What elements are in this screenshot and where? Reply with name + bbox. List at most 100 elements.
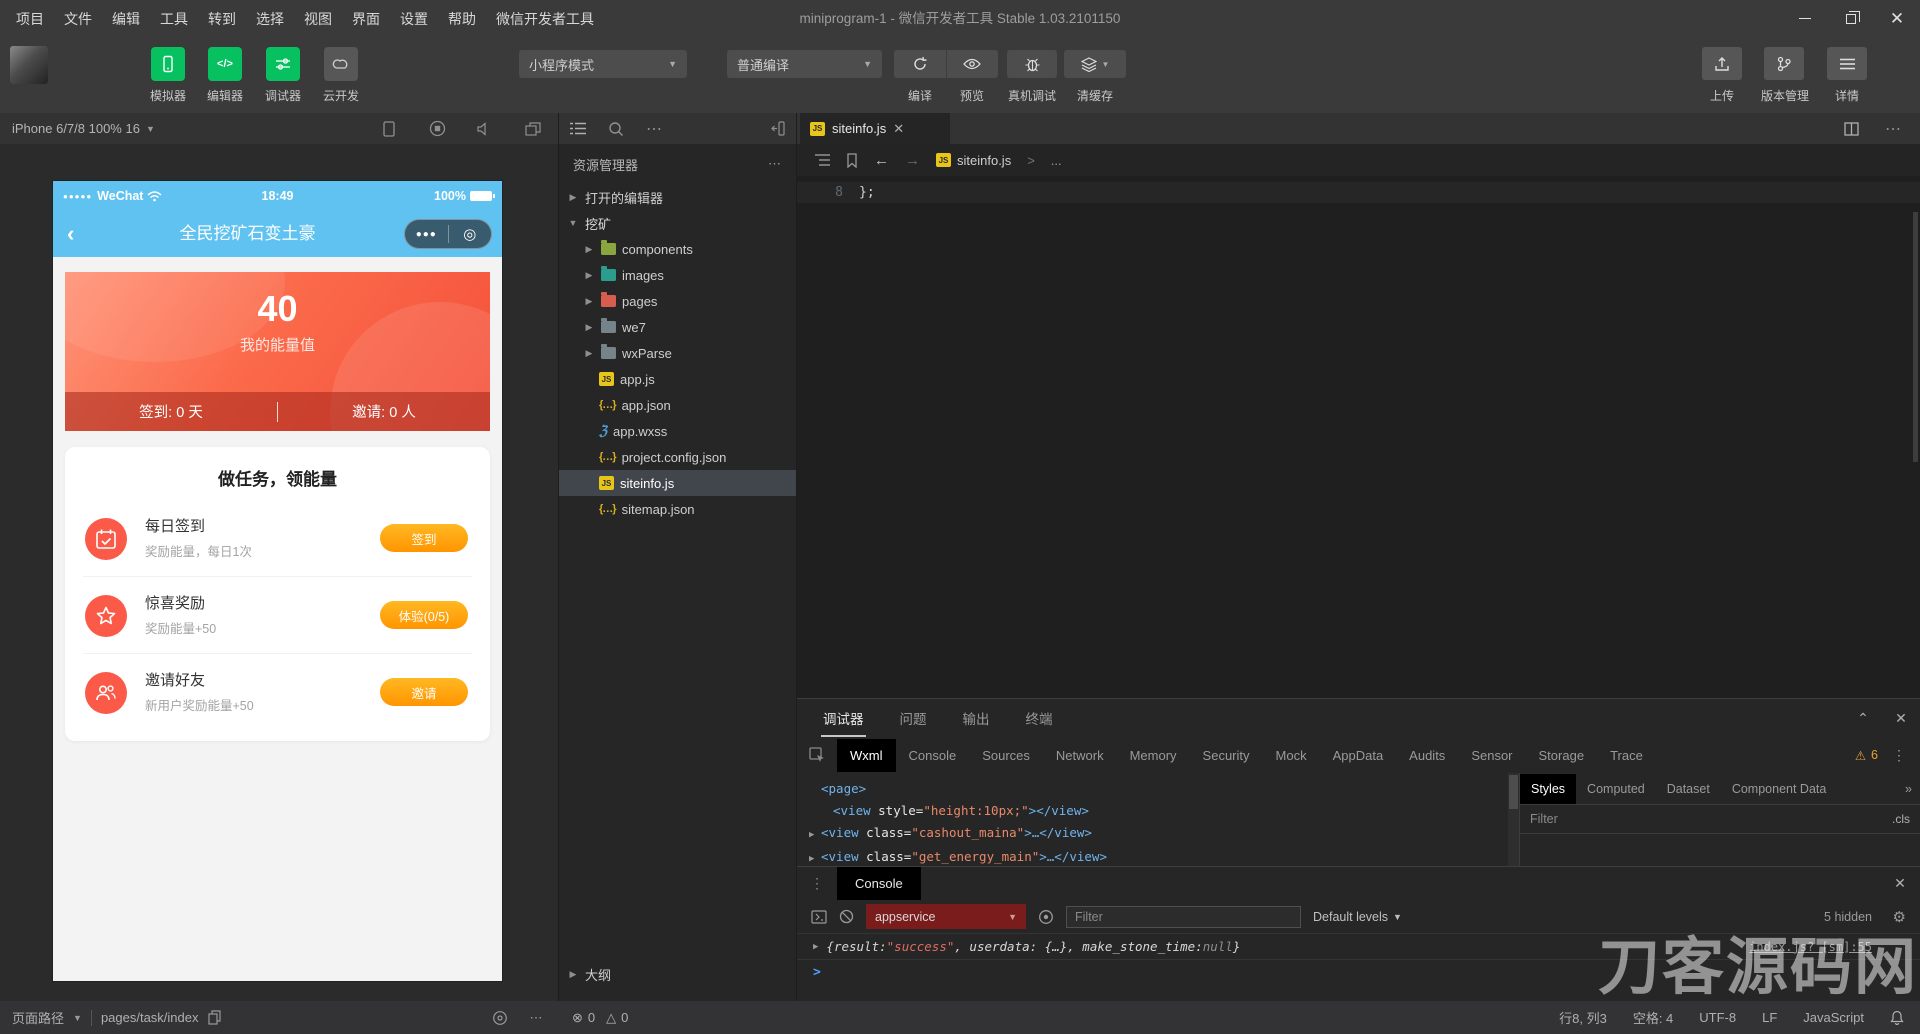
tree-item-app-wxss[interactable]: ℨ app.wxss <box>559 418 796 444</box>
tab-close-icon[interactable]: ✕ <box>893 121 904 137</box>
console-log-entry[interactable]: ▶ {result: "success", userdata: {…}, mak… <box>797 933 1920 960</box>
collapse-panel-icon[interactable]: ⌃ <box>1846 699 1880 737</box>
encoding-setting[interactable]: UTF-8 <box>1699 1010 1736 1025</box>
warning-badge[interactable]: ⚠ 6 <box>1855 748 1886 763</box>
tab-problems[interactable]: 问题 <box>900 708 927 728</box>
tree-item-we7[interactable]: ▶ we7 <box>559 314 796 340</box>
editor-scrollbar[interactable] <box>1913 212 1918 462</box>
tree-item-project-config[interactable]: {…} project.config.json <box>559 444 796 470</box>
menu-edit[interactable]: 编辑 <box>102 9 150 29</box>
editor-more-icon[interactable]: ⋯ <box>1878 113 1908 144</box>
file-list-icon[interactable] <box>563 113 593 144</box>
tab-terminal[interactable]: 终端 <box>1026 708 1053 728</box>
open-editors-section[interactable]: ▶ 打开的编辑器 <box>559 184 796 210</box>
devtab-security[interactable]: Security <box>1190 739 1263 772</box>
simulator-toggle-button[interactable] <box>151 47 185 81</box>
wxml-node[interactable]: <view <box>821 849 866 864</box>
dock-pin-icon[interactable] <box>763 113 793 144</box>
tree-item-pages[interactable]: ▶ pages <box>559 288 796 314</box>
invite-button[interactable]: 邀请 <box>380 678 468 706</box>
preview-button[interactable] <box>947 50 999 78</box>
compile-button[interactable] <box>894 50 947 78</box>
cursor-position[interactable]: 行8, 列3 <box>1559 1008 1607 1027</box>
restore-button[interactable] <box>1828 0 1874 37</box>
float-window-icon[interactable] <box>518 113 548 144</box>
inspect-element-icon[interactable] <box>797 747 837 763</box>
devtab-storage[interactable]: Storage <box>1526 739 1598 772</box>
editor-toggle-button[interactable]: </> <box>208 47 242 81</box>
tree-item-wxparse[interactable]: ▶ wxParse <box>559 340 796 366</box>
wxml-node[interactable]: <page> <box>821 781 866 796</box>
mode-select[interactable]: 小程序模式 ▼ <box>519 50 687 78</box>
context-select[interactable]: appservice ▼ <box>866 904 1026 929</box>
outline-section[interactable]: ▶ 大纲 <box>559 961 796 987</box>
menu-tools[interactable]: 工具 <box>150 9 198 29</box>
warnings-count[interactable]: 0 <box>621 1010 628 1025</box>
split-editor-icon[interactable] <box>1836 113 1866 144</box>
bell-icon[interactable] <box>1890 1010 1904 1025</box>
cls-toggle[interactable]: .cls <box>1892 812 1910 826</box>
expand-arrow-icon[interactable]: ▶ <box>813 942 818 952</box>
stop-icon[interactable] <box>422 113 452 144</box>
log-levels-select[interactable]: Default levels ▼ <box>1313 910 1402 924</box>
minimize-button[interactable] <box>1782 0 1828 37</box>
version-control-button[interactable] <box>1764 47 1804 80</box>
gear-icon[interactable]: ⚙ <box>1893 908 1906 926</box>
devtab-memory[interactable]: Memory <box>1117 739 1190 772</box>
eol-setting[interactable]: LF <box>1762 1010 1777 1025</box>
tab-component-data[interactable]: Component Data <box>1721 774 1838 804</box>
bookmark-icon[interactable] <box>846 152 858 168</box>
breadcrumb-file[interactable]: siteinfo.js <box>957 153 1011 168</box>
wxml-node[interactable]: <view <box>821 825 866 840</box>
page-path-label[interactable]: 页面路径 <box>12 1008 64 1027</box>
detail-button[interactable] <box>1827 47 1867 80</box>
avatar[interactable] <box>10 46 48 84</box>
debugger-toggle-button[interactable] <box>266 47 300 81</box>
breadcrumb-more[interactable]: ... <box>1051 153 1062 168</box>
menu-interface[interactable]: 界面 <box>342 9 390 29</box>
mute-icon[interactable] <box>469 113 499 144</box>
clear-console-icon[interactable] <box>839 909 854 924</box>
wxml-tree[interactable]: <page> <view style="height:10px;"></view… <box>797 773 1519 866</box>
close-panel-icon[interactable]: ✕ <box>1884 699 1918 737</box>
devtab-sensor[interactable]: Sensor <box>1458 739 1525 772</box>
compile-mode-select[interactable]: 普通编译 ▼ <box>727 50 882 78</box>
menu-select[interactable]: 选择 <box>246 9 294 29</box>
clear-cache-button[interactable]: ▼ <box>1064 50 1126 78</box>
menu-view[interactable]: 视图 <box>294 9 342 29</box>
tree-item-images[interactable]: ▶ images <box>559 262 796 288</box>
eye-watch-icon[interactable] <box>1038 909 1054 925</box>
explorer-more-icon[interactable]: ⋯ <box>768 156 782 172</box>
warnings-icon[interactable]: △ <box>606 1010 616 1026</box>
project-root[interactable]: ▼ 挖矿 <box>559 210 796 236</box>
hidden-messages-count[interactable]: 5 hidden <box>1824 910 1872 924</box>
page-path-value[interactable]: pages/task/index <box>101 1010 199 1025</box>
device-selector[interactable]: iPhone 6/7/8 100% 16 ▼ <box>12 113 155 144</box>
cloud-dev-button[interactable] <box>324 47 358 81</box>
devtab-trace[interactable]: Trace <box>1597 739 1656 772</box>
tree-item-siteinfo-js[interactable]: JS siteinfo.js <box>559 470 796 496</box>
tab-styles[interactable]: Styles <box>1520 773 1577 804</box>
expand-arrow-icon[interactable]: ▶ <box>809 824 821 846</box>
console-close-icon[interactable]: ✕ <box>1880 867 1920 900</box>
more-icon[interactable]: ⋯ <box>522 1001 550 1034</box>
menu-goto[interactable]: 转到 <box>198 9 246 29</box>
log-source-link[interactable]: index.js? [sm]:55 <box>1749 940 1872 954</box>
tab-dataset[interactable]: Dataset <box>1656 774 1721 804</box>
wxml-node[interactable]: <view <box>833 803 878 818</box>
upload-button[interactable] <box>1702 47 1742 80</box>
styles-filter-input[interactable] <box>1530 812 1892 826</box>
back-arrow-icon[interactable]: ← <box>874 152 889 169</box>
more-icon[interactable]: ⋯ <box>639 113 669 144</box>
devtab-console[interactable]: Console <box>896 739 970 772</box>
eye-icon[interactable] <box>486 1001 514 1034</box>
drawer-toggle-icon[interactable] <box>811 909 827 924</box>
errors-icon[interactable]: ⊗ <box>572 1010 583 1026</box>
devtab-network[interactable]: Network <box>1043 739 1117 772</box>
search-icon[interactable] <box>601 113 631 144</box>
checkin-button[interactable]: 签到 <box>380 524 468 552</box>
rotate-device-icon[interactable] <box>374 113 404 144</box>
console-tab[interactable]: Console <box>837 867 921 900</box>
tree-item-app-js[interactable]: JS app.js <box>559 366 796 392</box>
expand-arrow-icon[interactable]: ▶ <box>809 848 821 866</box>
